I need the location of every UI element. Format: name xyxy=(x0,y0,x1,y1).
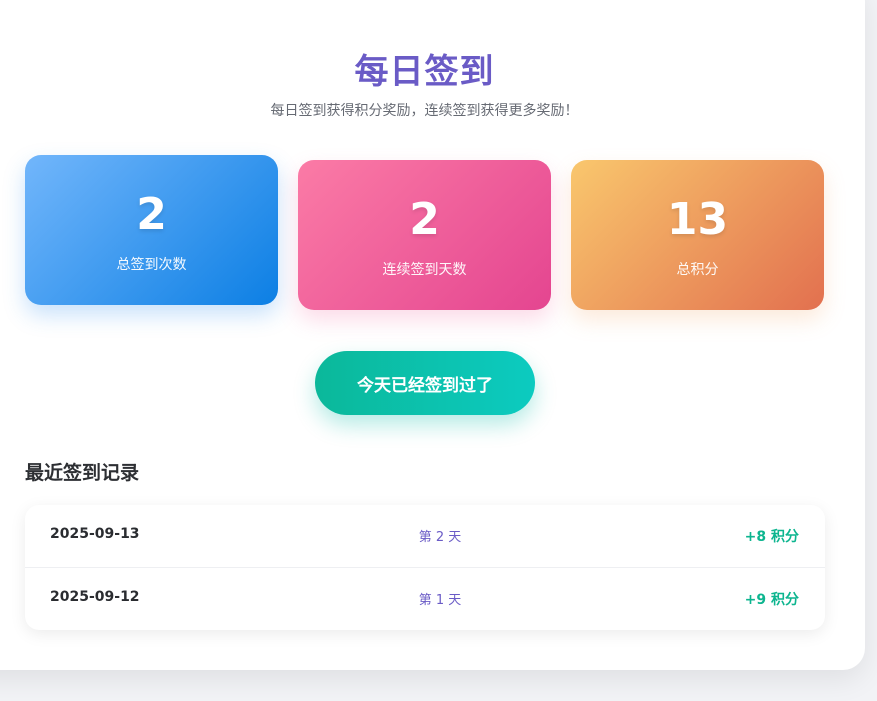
record-row: 2025-09-12 第 1 天 +9 积分 xyxy=(25,568,825,630)
streak-days-value: 2 xyxy=(409,194,440,245)
stat-card-total-points: 13 总积分 xyxy=(571,160,824,310)
streak-days-label: 连续签到天数 xyxy=(382,262,467,278)
page-title: 每日签到 xyxy=(354,52,495,92)
stat-card-total-checkins: 2 总签到次数 xyxy=(25,155,278,305)
total-points-value: 13 xyxy=(666,194,729,245)
record-date: 2025-09-13 xyxy=(50,526,140,542)
total-points-label: 总积分 xyxy=(676,262,719,278)
stat-card-streak-days: 2 连续签到天数 xyxy=(298,160,551,310)
total-checkins-value: 2 xyxy=(136,189,167,240)
recent-records-title: 最近签到记录 xyxy=(25,462,140,484)
total-checkins-label: 总签到次数 xyxy=(116,257,187,273)
checkin-records-list: 2025-09-13 第 2 天 +8 积分 2025-09-12 第 1 天 … xyxy=(25,505,825,630)
record-day: 第 2 天 xyxy=(418,530,462,545)
record-points: +8 积分 xyxy=(744,529,799,545)
record-row: 2025-09-13 第 2 天 +8 积分 xyxy=(25,505,825,568)
record-date: 2025-09-12 xyxy=(50,589,140,605)
checkin-button[interactable]: 今天已经签到过了 xyxy=(315,351,535,415)
record-day: 第 1 天 xyxy=(418,593,462,608)
record-points: +9 积分 xyxy=(744,592,799,608)
page-subtitle: 每日签到获得积分奖励，连续签到获得更多奖励！ xyxy=(270,103,579,119)
